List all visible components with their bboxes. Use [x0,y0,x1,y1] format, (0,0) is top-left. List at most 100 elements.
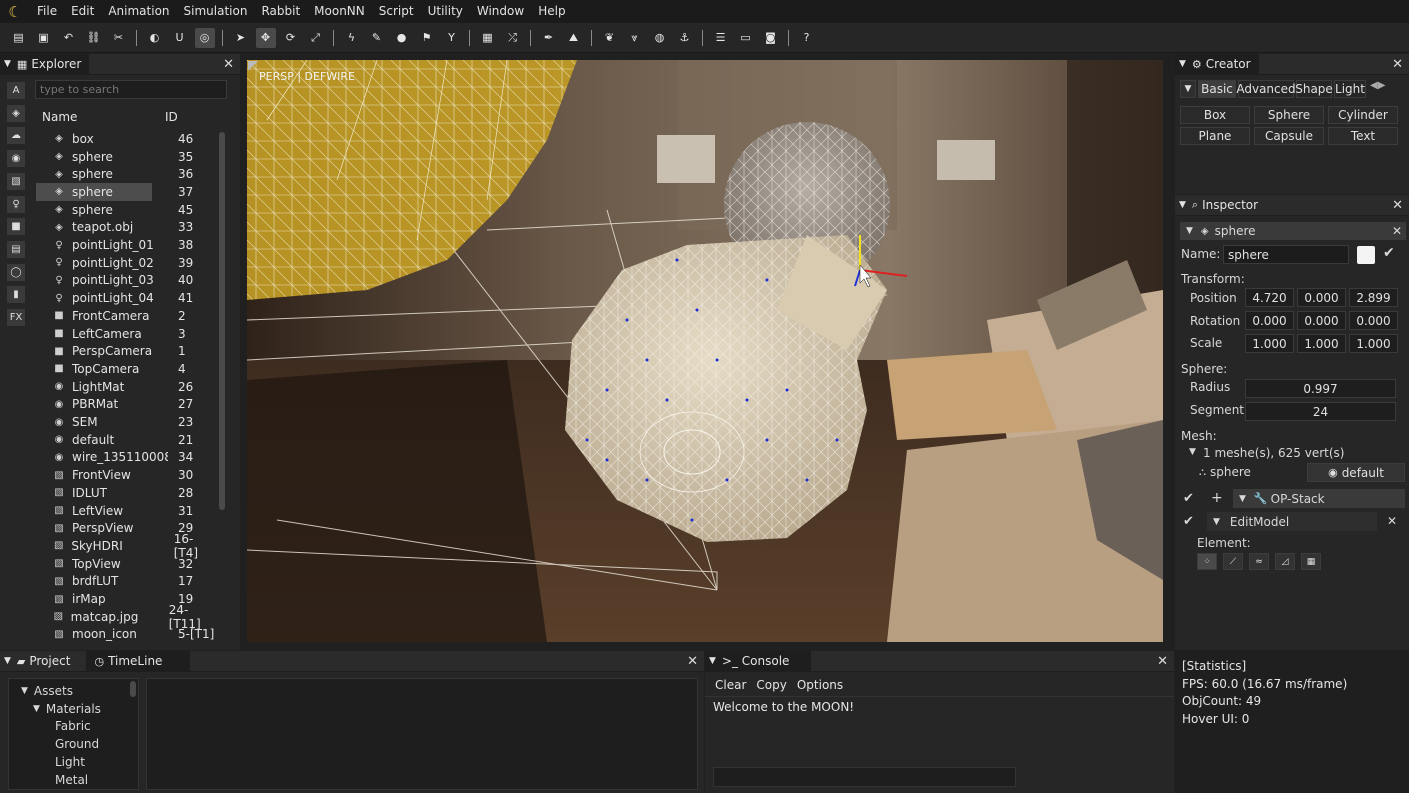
timeline-tab[interactable]: ◷ TimeLine [86,650,191,672]
console-tab[interactable]: ▼ >_ Console [705,650,812,672]
explorer-row[interactable]: ■ LeftCamera 3 [36,325,216,343]
confirm-check-icon[interactable]: ✔ [1383,245,1395,261]
explorer-row[interactable]: ◈ sphere 35 [36,148,216,166]
project-scrollbar[interactable] [130,681,136,697]
rotation-y-field[interactable]: 0.000 [1297,311,1346,330]
brush-icon[interactable]: ✒ [539,28,559,48]
scale-z-field[interactable]: 1.000 [1349,334,1398,353]
explorer-row[interactable]: ♀ pointLight_01 38 [36,236,216,254]
creator-tab[interactable]: ▼ ⚙ Creator [1175,53,1259,75]
object-header[interactable]: ▼ ◈ sphere ✕ [1180,222,1406,240]
position-x-field[interactable]: 4.720 [1245,288,1294,307]
camera-icon[interactable]: ◙ [761,28,781,48]
tab-scroll-left-icon[interactable]: ◀ [1370,80,1378,98]
explorer-row[interactable]: ◈ box 46 [36,130,216,148]
shuffle-icon[interactable]: ⤮ [503,28,523,48]
editmodel-check-icon[interactable]: ✔ [1183,514,1194,529]
explorer-row[interactable]: ◈ sphere 36 [36,165,216,183]
project-tree-item[interactable]: ▼ Materials [33,702,101,716]
create-capsule-button[interactable]: Capsule [1254,127,1324,145]
name-field[interactable]: sphere [1223,245,1349,264]
globe-icon[interactable]: ◍ [650,28,670,48]
editmodel-header[interactable]: ▼ EditModel [1207,512,1377,531]
select-arrow-icon[interactable]: ➤ [231,28,251,48]
explorer-row[interactable]: ♀ pointLight_04 41 [36,289,216,307]
magnet-icon[interactable]: U [170,28,190,48]
collapse-arrow-icon[interactable]: ▼ [1186,226,1193,236]
timeline-area[interactable] [146,678,698,790]
viewport-corner-icon[interactable] [248,61,258,71]
add-op-icon[interactable]: + [1211,490,1223,506]
creator-tab-shape[interactable]: Shape [1295,80,1333,98]
position-y-field[interactable]: 0.000 [1297,288,1346,307]
menu-edit[interactable]: Edit [64,0,101,23]
viewport-mode-label[interactable]: PERSP | DEFWIRE [259,70,355,83]
create-sphere-button[interactable]: Sphere [1254,106,1324,124]
help-icon[interactable]: ? [797,28,817,48]
scale-icon[interactable]: ⤢ [306,28,326,48]
terrain-icon[interactable]: ⛰ [564,28,584,48]
explorer-row[interactable]: ♀ pointLight_03 40 [36,272,216,290]
collapse-arrow-icon[interactable]: ▼ [709,656,716,666]
console-clear-button[interactable]: Clear [711,676,750,694]
explorer-row[interactable]: ◈ sphere 37 [36,183,216,201]
explorer-row[interactable]: ▧ moon_icon 5-[T1] [36,626,216,644]
explorer-row[interactable]: ◈ sphere 45 [36,201,216,219]
explorer-row[interactable]: ▧ FrontView 30 [36,466,216,484]
project-close-icon[interactable]: ✕ [687,654,698,669]
funnel-icon[interactable]: Y [442,28,462,48]
explorer-row[interactable]: ▧ TopView 32 [36,555,216,573]
creator-tab-advanced[interactable]: Advanced [1236,80,1296,98]
explorer-row[interactable]: ■ PerspCamera 1 [36,342,216,360]
console-copy-button[interactable]: Copy [752,676,790,694]
project-tree-item[interactable]: Light [45,755,85,769]
explorer-row[interactable]: ▧ SkyHDRI 16-[T4] [36,532,216,560]
3d-viewport[interactable]: PERSP | DEFWIRE [247,60,1163,642]
face-mode-icon[interactable]: ◿ [1275,553,1295,570]
mesh-material-button[interactable]: ◉ default [1307,463,1405,482]
explorer-row[interactable]: ◉ SEM 23 [36,413,216,431]
explorer-scrollbar[interactable] [219,132,225,510]
explorer-row[interactable]: ♀ pointLight_02 39 [36,254,216,272]
collapse-arrow-icon[interactable]: ▼ [1189,447,1196,457]
rotate-icon[interactable]: ⟳ [281,28,301,48]
console-options-button[interactable]: Options [793,676,847,694]
project-tree-item[interactable]: Ground [45,737,99,751]
creator-tab-light[interactable]: Light [1334,80,1366,98]
explorer-row[interactable]: ◉ default 21 [36,431,216,449]
menu-window[interactable]: Window [470,0,531,23]
scale-x-field[interactable]: 1.000 [1245,334,1294,353]
project-tree-item[interactable]: Metal [45,773,88,787]
move-icon[interactable]: ✥ [255,27,276,48]
console-input[interactable] [713,767,1016,787]
edge-mode-icon[interactable]: ⟋ [1223,553,1243,570]
window-icon[interactable]: ▭ [736,28,756,48]
menu-moonnn[interactable]: MoonNN [307,0,372,23]
vertex-mode-icon[interactable]: ⁘ [1197,553,1217,570]
lungs-icon[interactable]: ⩔ [625,28,645,48]
project-tree-item[interactable]: Fabric [45,719,91,733]
menu-utility[interactable]: Utility [421,0,470,23]
object-close-icon[interactable]: ✕ [1392,224,1402,238]
explorer-row[interactable]: ▧ LeftView 31 [36,502,216,520]
border-mode-icon[interactable]: ≈ [1249,553,1269,570]
list-icon[interactable]: ☰ [711,28,731,48]
position-z-field[interactable]: 2.899 [1349,288,1398,307]
undo-icon[interactable]: ↶ [59,28,79,48]
create-cylinder-button[interactable]: Cylinder [1328,106,1398,124]
new-file-icon[interactable]: ▤ [9,28,29,48]
collapse-arrow-icon[interactable]: ▼ [1180,80,1196,98]
collapse-arrow-icon[interactable]: ▼ [1179,200,1186,210]
collapse-arrow-icon[interactable]: ▼ [1179,59,1186,69]
grid-icon[interactable]: ▦ [478,28,498,48]
menu-animation[interactable]: Animation [101,0,176,23]
link-icon[interactable]: ⛓ [84,28,104,48]
opstack-header[interactable]: ▼ 🔧 OP-Stack [1233,489,1405,508]
menu-help[interactable]: Help [531,0,572,23]
create-text-button[interactable]: Text [1328,127,1398,145]
opstack-check-icon[interactable]: ✔ [1183,491,1194,506]
mesh-item[interactable]: ⛬ sphere [1199,465,1251,479]
collapse-arrow-icon[interactable]: ▼ [33,704,40,714]
inspector-tab[interactable]: ▼ ⌕ Inspector [1175,195,1266,216]
snap-target-icon[interactable]: ◎ [194,27,215,48]
